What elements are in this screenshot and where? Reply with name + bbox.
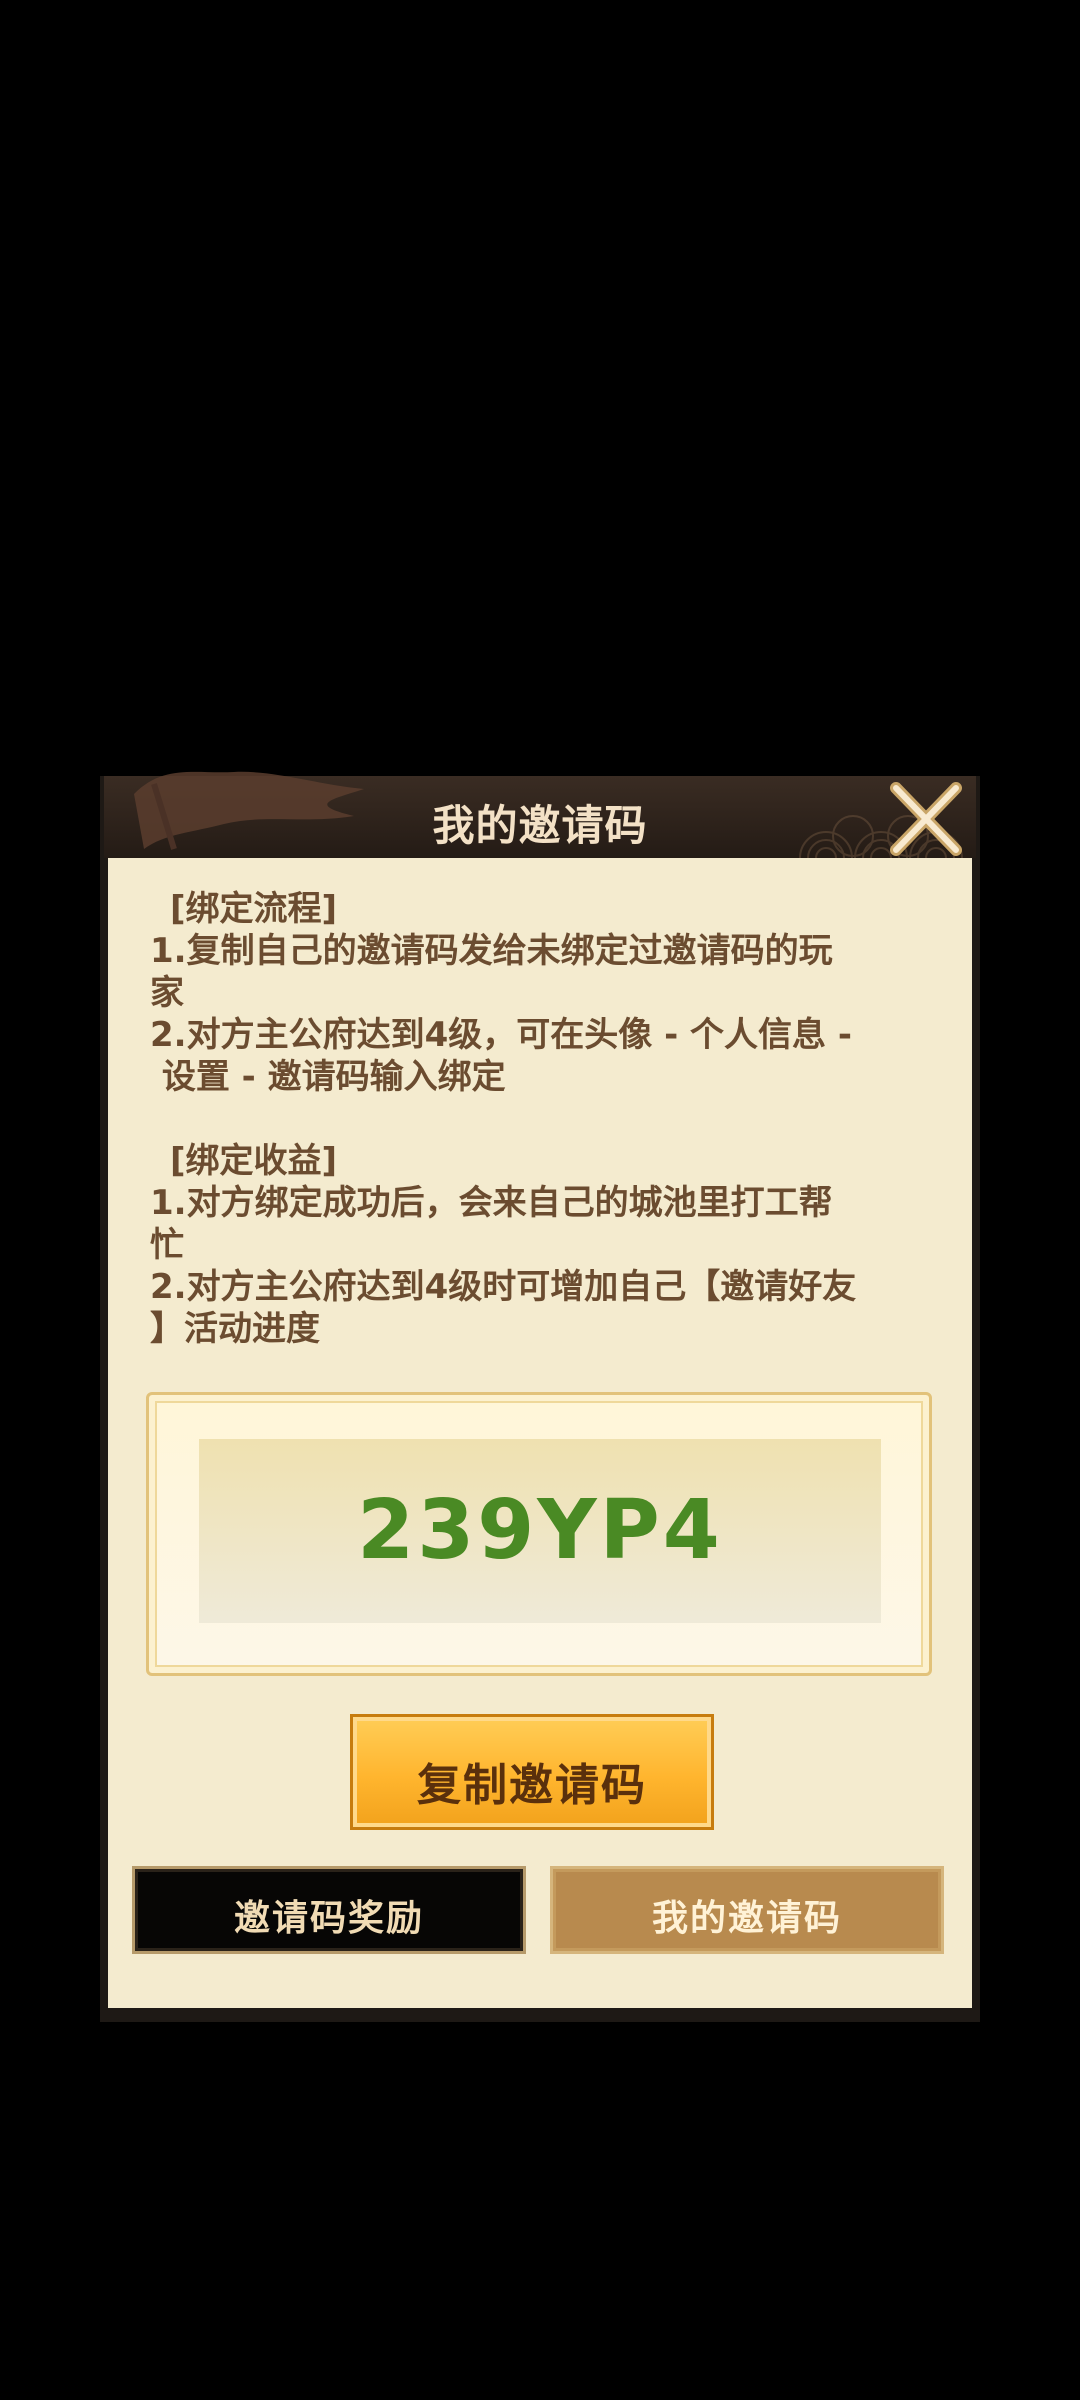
copy-invite-code-button[interactable]: 复制邀请码 <box>350 1714 714 1830</box>
dialog-content-panel: [绑定流程] 1.复制自己的邀请码发给未绑定过邀请码的玩 家 2.对方主公府达到… <box>108 858 972 2008</box>
close-x-icon <box>890 782 962 856</box>
tab-my-invite-code[interactable]: 我的邀请码 <box>550 1866 944 1954</box>
tab-my-invite-code-label: 我的邀请码 <box>651 1898 842 1939</box>
bind-benefit-step-1-cont: 忙 <box>150 1225 184 1265</box>
dialog-header: 我的邀请码 <box>104 771 976 860</box>
bind-process-heading: [绑定流程] <box>170 889 338 929</box>
bind-benefit-step-2: 2.对方主公府达到4级时可增加自己【邀请好友 <box>150 1267 857 1307</box>
close-button[interactable] <box>886 780 966 860</box>
dialog-title: 我的邀请码 <box>432 801 648 850</box>
tab-invite-rewards-label: 邀请码奖励 <box>233 1898 424 1939</box>
bind-process-step-2: 2.对方主公府达到4级，可在头像 - 个人信息 - <box>150 1015 852 1055</box>
rules-text: [绑定流程] 1.复制自己的邀请码发给未绑定过邀请码的玩 家 2.对方主公府达到… <box>150 888 940 1350</box>
bind-process-step-1-cont: 家 <box>150 973 184 1013</box>
bind-process-step-2-cont: 设置 - 邀请码输入绑定 <box>150 1057 506 1097</box>
invite-code-value: 239YP4 <box>357 1483 723 1578</box>
invite-code-box: 239YP4 <box>199 1439 881 1623</box>
bind-benefit-step-1: 1.对方绑定成功后，会来自己的城池里打工帮 <box>150 1183 833 1223</box>
bind-benefit-step-2-cont: 】活动进度 <box>150 1309 320 1349</box>
bind-benefit-heading: [绑定收益] <box>170 1141 338 1181</box>
invite-code-frame: 239YP4 <box>146 1392 932 1676</box>
copy-button-label: 复制邀请码 <box>417 1760 647 1811</box>
tab-invite-rewards[interactable]: 邀请码奖励 <box>132 1866 526 1954</box>
bind-process-step-1: 1.复制自己的邀请码发给未绑定过邀请码的玩 <box>150 931 833 971</box>
invite-code-dialog: 我的邀请码 [绑定流程] 1.复制自己的邀请码发给未绑定过邀请码的玩 家 2.对… <box>100 771 980 2022</box>
